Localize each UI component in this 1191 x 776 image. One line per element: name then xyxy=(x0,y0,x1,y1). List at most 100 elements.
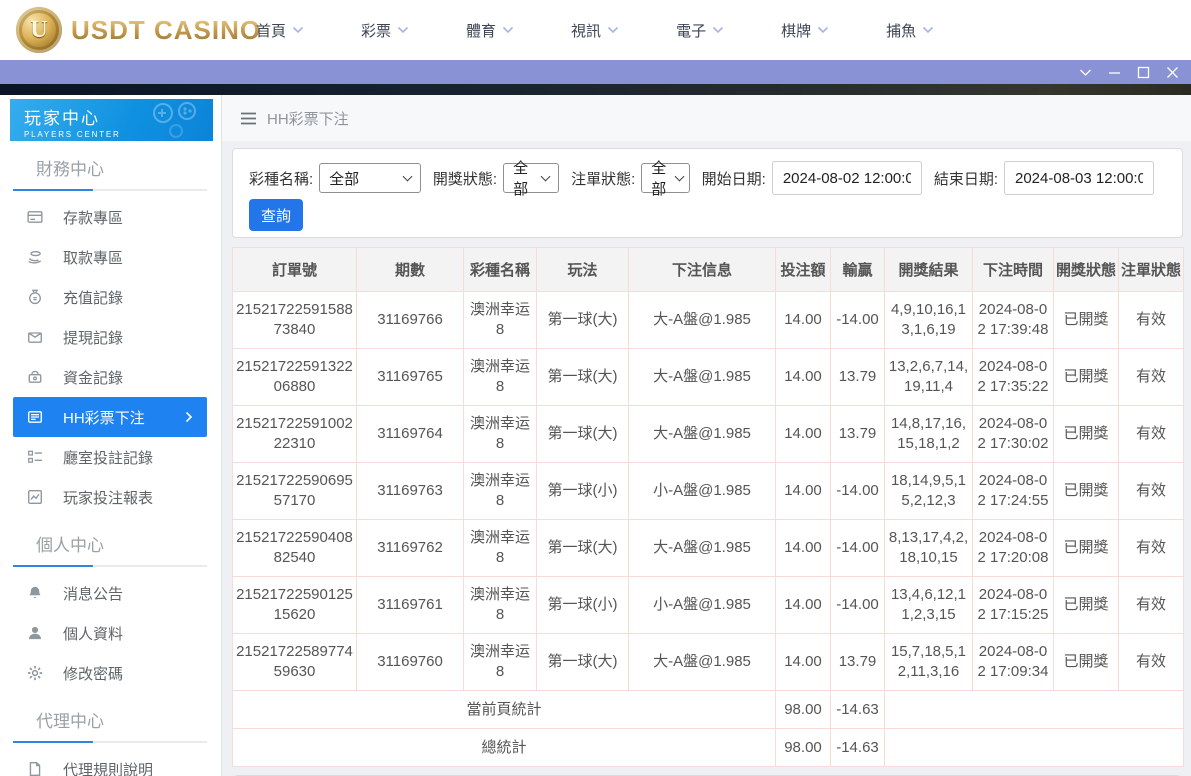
total-summary-bet-total: 98.00 xyxy=(775,728,831,767)
nav-item-label: 視訊 xyxy=(571,22,602,40)
maximize-icon[interactable] xyxy=(1137,66,1150,79)
nav-item-slots[interactable]: 電子 xyxy=(676,20,724,41)
chevron-down-icon xyxy=(712,26,724,34)
sidebar-item-withdrawal-records[interactable]: 提現記錄 xyxy=(0,317,221,357)
sidebar-item-recharge-records[interactable]: 充值記錄 xyxy=(0,277,221,317)
table-cell: 31169764 xyxy=(356,405,464,463)
table-cell: 13,4,6,12,11,2,3,15 xyxy=(884,576,973,634)
minimize-icon[interactable] xyxy=(1108,66,1121,79)
sidebar-item-player-bet-report[interactable]: 玩家投注報表 xyxy=(0,477,221,517)
lottery-name-select[interactable]: 全部 xyxy=(319,163,421,193)
total-summary-label: 總統計 xyxy=(232,728,776,767)
column-header: 開獎結果 xyxy=(884,247,973,292)
table-cell: 31169761 xyxy=(356,576,464,634)
nav-item-fishing[interactable]: 捕魚 xyxy=(886,20,934,41)
sidebar-item-hh-lottery-bets[interactable]: HH彩票下注 xyxy=(13,397,207,437)
table-cell: 小-A盤@1.985 xyxy=(628,576,776,634)
table-cell: -14.00 xyxy=(830,462,885,520)
table-cell: 2024-08-02 17:09:34 xyxy=(972,633,1054,691)
table-cell: 已開獎 xyxy=(1053,462,1119,520)
table-row: 2152172259100222310 31169764 澳洲幸运8 第一球(大) 大-… xyxy=(232,405,1184,463)
money-bag-icon xyxy=(27,289,43,305)
sidebar-item-fund-records[interactable]: 資金記錄 xyxy=(0,357,221,397)
table-cell: 澳洲幸运8 xyxy=(463,633,537,691)
collapse-chevron-icon[interactable] xyxy=(1079,68,1092,77)
draw-status-label: 開獎狀態: xyxy=(432,170,498,188)
table-cell: 2152172258977459630 xyxy=(232,633,357,691)
nav-item-lottery[interactable]: 彩票 xyxy=(361,20,409,41)
sidebar-item-profile[interactable]: 個人資料 xyxy=(0,613,221,653)
filter-panel: 彩種名稱: 全部 開獎狀態: 全部 注單狀態: 全部 開始日期: 2024-08… xyxy=(232,148,1183,238)
column-header: 注單狀態 xyxy=(1118,247,1184,292)
table-cell: 31169762 xyxy=(356,519,464,577)
table-cell: 14,8,17,16,15,18,1,2 xyxy=(884,405,973,463)
page-summary-win-loss: -14.63 xyxy=(830,690,885,729)
table-cell: 已開獎 xyxy=(1053,519,1119,577)
nav-item-live[interactable]: 視訊 xyxy=(571,20,619,41)
table-cell: 第一球(大) xyxy=(536,291,629,349)
table-cell: 已開獎 xyxy=(1053,348,1119,406)
summary-empty-cell xyxy=(884,728,1184,767)
order-status-select[interactable]: 全部 xyxy=(641,160,690,198)
coin-logo-icon: U xyxy=(16,7,62,53)
sidebar-item-withdraw-zone[interactable]: 取款專區 xyxy=(0,237,221,277)
section-title: 財務中心 xyxy=(36,160,104,179)
sidebar-item-notices[interactable]: 消息公告 xyxy=(0,573,221,613)
sidebar-item-label: 提現記錄 xyxy=(63,329,124,347)
gear-icon xyxy=(27,665,43,681)
logo-text: USDT CASINO xyxy=(71,14,262,45)
nav-item-label: 首頁 xyxy=(256,22,287,40)
nav-item-label: 棋牌 xyxy=(781,22,812,40)
main-nav: 首頁 彩票 體育 視訊 電子 棋牌 捕魚 xyxy=(256,0,934,60)
sidebar-item-label: 代理規則說明 xyxy=(63,761,154,776)
draw-status-select[interactable]: 全部 xyxy=(503,160,560,198)
start-date-input[interactable] xyxy=(771,161,922,195)
total-summary-win-loss: -14.63 xyxy=(830,728,885,767)
sidebar-item-agent-rules[interactable]: 代理規則說明 xyxy=(0,749,221,776)
card-icon xyxy=(27,209,43,225)
coin-letter: U xyxy=(30,16,48,43)
table-cell: 有效 xyxy=(1118,462,1184,520)
table-cell: -14.00 xyxy=(830,519,885,577)
window-controls xyxy=(1079,60,1179,84)
section-underline xyxy=(13,565,207,567)
table-cell: 已開獎 xyxy=(1053,291,1119,349)
order-status-value: 全部 xyxy=(651,160,667,198)
sidebar-item-change-password[interactable]: 修改密碼 xyxy=(0,653,221,693)
table-cell: 第一球(大) xyxy=(536,633,629,691)
site-logo[interactable]: U USDT CASINO xyxy=(16,7,261,53)
table-cell: 第一球(小) xyxy=(536,576,629,634)
menu-icon[interactable] xyxy=(240,112,257,125)
table-cell: 31169760 xyxy=(356,633,464,691)
search-button[interactable]: 查詢 xyxy=(249,199,304,231)
nav-item-sports[interactable]: 體育 xyxy=(466,20,514,41)
person-icon xyxy=(27,625,43,641)
table-cell: 8,13,17,4,2,18,10,15 xyxy=(884,519,973,577)
table-cell: 13.79 xyxy=(830,405,885,463)
close-icon[interactable] xyxy=(1166,66,1179,79)
column-header: 彩種名稱 xyxy=(463,247,537,292)
table-cell: 14.00 xyxy=(775,291,831,349)
table-cell: 2024-08-02 17:30:02 xyxy=(972,405,1054,463)
sidebar-item-deposit-zone[interactable]: 存款專區 xyxy=(0,197,221,237)
end-date-input[interactable] xyxy=(1004,161,1154,195)
column-header: 下注時間 xyxy=(972,247,1054,292)
select-chevron-icon xyxy=(540,171,551,182)
total-summary-row: 總統計 98.00 -14.63 xyxy=(232,728,1184,767)
sidebar-item-label: 取款專區 xyxy=(63,249,124,267)
table-cell: 澳洲幸运8 xyxy=(463,291,537,349)
summary-empty-cell xyxy=(884,690,1184,729)
nav-item-chess[interactable]: 棋牌 xyxy=(781,20,829,41)
nav-item-label: 捕魚 xyxy=(886,22,917,40)
sidebar-item-label: HH彩票下注 xyxy=(63,409,145,427)
column-header: 輸贏 xyxy=(830,247,885,292)
lottery-name-label: 彩種名稱: xyxy=(249,170,314,188)
sidebar-item-room-bet-records[interactable]: 廳室投註記錄 xyxy=(0,437,221,477)
table-cell: 2152172259100222310 xyxy=(232,405,357,463)
nav-item-label: 電子 xyxy=(676,22,707,40)
table-row: 2152172259012515620 31169761 澳洲幸运8 第一球(小) 小-… xyxy=(232,576,1184,634)
table-row: 2152172259040882540 31169762 澳洲幸运8 第一球(大) 大-… xyxy=(232,519,1184,577)
table-row: 2152172259132206880 31169765 澳洲幸运8 第一球(大) 大-… xyxy=(232,348,1184,406)
nav-item-home[interactable]: 首頁 xyxy=(256,20,304,41)
table-cell: 有效 xyxy=(1118,519,1184,577)
